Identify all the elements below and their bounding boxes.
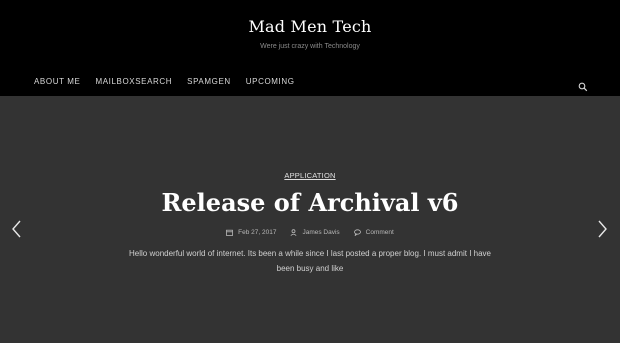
post-excerpt: Hello wonderful world of internet. Its b…	[129, 249, 491, 273]
nav-item-upcoming[interactable]: UPCOMING	[246, 77, 295, 87]
post-comments: Comment	[353, 229, 394, 236]
post-title[interactable]: Release of Archival v6	[0, 188, 620, 217]
post-category: APPLICATION	[0, 171, 620, 180]
nav-item-spamgen[interactable]: SPAMGEN	[187, 77, 231, 87]
comment-icon	[353, 229, 361, 236]
post-date: Feb 27, 2017	[226, 229, 276, 236]
post-date-text[interactable]: Feb 27, 2017	[238, 229, 276, 236]
chevron-left-icon[interactable]	[10, 219, 22, 239]
post-author-text[interactable]: James Davis	[302, 229, 339, 236]
chevron-right-icon[interactable]	[597, 219, 609, 239]
site-header: Mad Men Tech Were just crazy with Techno…	[0, 0, 620, 96]
nav-item-about-me[interactable]: ABOUT ME	[34, 77, 80, 87]
site-tagline: Were just crazy with Technology	[260, 43, 360, 50]
featured-slider: APPLICATION Release of Archival v6 Feb 2…	[0, 96, 620, 343]
site-title[interactable]: Mad Men Tech	[0, 17, 620, 36]
user-icon	[290, 229, 297, 236]
search-icon[interactable]	[578, 77, 588, 92]
calendar-icon	[226, 229, 234, 236]
post-comments-text[interactable]: Comment	[366, 229, 394, 236]
main-nav: ABOUT ME MAILBOXSEARCH SPAMGEN UPCOMING	[34, 77, 310, 87]
nav-item-mailboxsearch[interactable]: MAILBOXSEARCH	[95, 77, 172, 87]
post-author: James Davis	[290, 229, 340, 236]
category-link[interactable]: APPLICATION	[284, 171, 335, 180]
post-meta: Feb 27, 2017 James Davis Comment	[0, 229, 620, 236]
